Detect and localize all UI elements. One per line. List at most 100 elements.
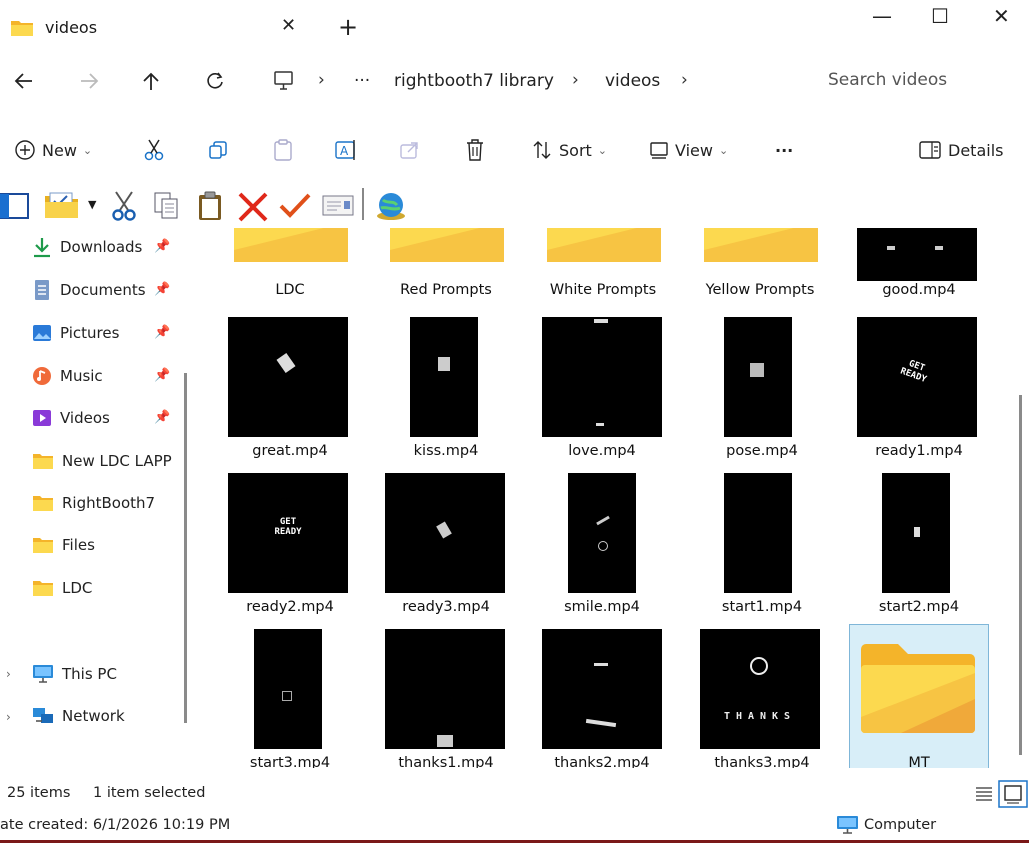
download-icon [32, 236, 52, 258]
breadcrumb-library[interactable]: rightbooth7 library [394, 70, 554, 92]
file-name: start2.mp4 [878, 599, 960, 615]
up-arrow-icon[interactable] [140, 70, 162, 92]
sidebar-item-rightbooth7[interactable]: RightBooth7 [32, 489, 155, 517]
maximize-button[interactable]: ☐ [931, 4, 949, 28]
back-arrow-icon[interactable] [12, 70, 36, 92]
video-item-thanks2[interactable]: thanks2.mp4 [524, 629, 680, 768]
forward-arrow-icon[interactable] [77, 70, 101, 92]
video-item-start1[interactable]: start1.mp4 [684, 473, 840, 629]
breadcrumb-more[interactable]: ··· [354, 70, 370, 92]
content-scrollbar[interactable] [1019, 395, 1022, 755]
video-item-ready3[interactable]: ready3.mp4 [368, 473, 524, 629]
globe-icon[interactable] [373, 190, 409, 222]
chevron-right-icon[interactable]: › [681, 70, 688, 90]
navigation-pane-icon[interactable] [0, 190, 32, 222]
video-thumbnail [228, 317, 348, 437]
video-item-kiss[interactable]: kiss.mp4 [368, 317, 524, 473]
details-pane-icon [918, 140, 942, 160]
sidebar-item-documents[interactable]: Documents [32, 276, 146, 304]
more-options-button[interactable]: ··· [775, 128, 793, 172]
pin-icon[interactable]: 📌 [154, 368, 170, 383]
check-folder-icon[interactable] [44, 190, 80, 220]
paste-icon[interactable] [196, 190, 224, 222]
folder-item-mt[interactable]: MT [841, 629, 997, 768]
pin-icon[interactable]: 📌 [154, 239, 170, 254]
pin-icon[interactable]: 📌 [154, 325, 170, 340]
video-item-thanks1[interactable]: thanks1.mp4 [368, 629, 524, 768]
this-pc-icon[interactable] [272, 70, 296, 92]
video-item-love[interactable]: love.mp4 [524, 317, 680, 473]
delete-icon[interactable] [464, 128, 486, 172]
rename-icon[interactable]: A [334, 128, 358, 172]
file-name: ready2.mp4 [246, 599, 334, 615]
view-button[interactable]: View ⌄ [649, 128, 728, 172]
sidebar-item-ldc[interactable]: LDC [32, 574, 92, 602]
sidebar-item-label: New LDC LAPP [62, 452, 172, 470]
close-tab-icon[interactable]: ✕ [281, 15, 296, 36]
sidebar-scrollbar[interactable] [184, 373, 187, 723]
large-icons-view-icon[interactable] [998, 780, 1028, 808]
sidebar-item-pictures[interactable]: Pictures [32, 319, 119, 347]
cut-icon[interactable] [143, 128, 165, 172]
plus-circle-icon [14, 139, 36, 161]
file-explorer-window: videos ✕ + — ☐ ✕ › ··· rightbooth7 libra… [0, 0, 1029, 843]
sidebar-item-downloads[interactable]: Downloads [32, 233, 142, 261]
file-name: thanks2.mp4 [554, 755, 650, 768]
video-item-ready1[interactable]: GET READY ready1.mp4 [841, 317, 997, 473]
video-item-start2[interactable]: start2.mp4 [841, 473, 997, 629]
minimize-button[interactable]: — [872, 4, 892, 28]
delete-x-icon[interactable] [236, 190, 270, 224]
file-name: good.mp4 [882, 282, 956, 298]
properties-icon[interactable] [322, 190, 354, 220]
sidebar-item-label: Documents [60, 281, 146, 299]
sidebar-item-files[interactable]: Files [32, 531, 95, 559]
video-item-thanks3[interactable]: THANKS thanks3.mp4 [684, 629, 840, 768]
tab-videos[interactable]: videos ✕ [0, 0, 318, 58]
file-name: White Prompts [549, 282, 657, 298]
pin-icon[interactable]: 📌 [154, 282, 170, 297]
new-tab-button[interactable]: + [338, 13, 358, 41]
video-overlay-text: GET READY [898, 358, 928, 386]
video-thumbnail [882, 473, 950, 593]
video-overlay-text: THANKS [723, 711, 797, 722]
documents-icon [32, 279, 52, 301]
video-item-smile[interactable]: smile.mp4 [524, 473, 680, 629]
sidebar-item-label: This PC [62, 665, 117, 683]
file-name: LDC [275, 282, 305, 298]
expand-chevron-icon[interactable]: › [6, 667, 11, 681]
new-button[interactable]: New ⌄ [14, 128, 92, 172]
file-name: ready3.mp4 [402, 599, 490, 615]
search-input[interactable]: Search videos [828, 70, 947, 90]
details-view-icon[interactable] [974, 783, 994, 803]
pin-icon[interactable]: 📌 [154, 410, 170, 425]
video-item-pose[interactable]: pose.mp4 [684, 317, 840, 473]
paste-icon[interactable] [272, 128, 294, 172]
details-button[interactable]: Details [918, 128, 1003, 172]
copy-icon[interactable] [152, 190, 180, 222]
breadcrumb-videos[interactable]: videos [605, 70, 660, 92]
cut-icon[interactable] [110, 190, 138, 222]
item-count: 25 items [7, 785, 71, 801]
refresh-icon[interactable] [204, 70, 226, 92]
share-icon[interactable] [399, 128, 421, 172]
video-thumbnail: GET READY [857, 317, 977, 437]
sidebar-item-new-ldc-lapp[interactable]: New LDC LAPP [32, 447, 172, 475]
file-name: thanks1.mp4 [398, 755, 494, 768]
sidebar-item-this-pc[interactable]: This PC [32, 660, 117, 688]
checkmark-icon[interactable] [278, 190, 312, 220]
sort-button[interactable]: Sort ⌄ [531, 128, 607, 172]
file-name: great.mp4 [252, 443, 328, 459]
video-item-ready2[interactable]: GET READY ready2.mp4 [212, 473, 368, 629]
dropdown-arrow-icon[interactable]: ▼ [88, 198, 96, 211]
video-item-start3[interactable]: start3.mp4 [212, 629, 368, 768]
copy-icon[interactable] [207, 128, 229, 172]
sort-label: Sort [559, 140, 592, 160]
details-bar: ate created: 6/1/2026 10:19 PM Computer [0, 812, 1029, 840]
sidebar-item-music[interactable]: Music [32, 362, 103, 390]
sidebar-item-network[interactable]: Network [32, 702, 125, 730]
sidebar-item-videos[interactable]: Videos [32, 404, 110, 432]
expand-chevron-icon[interactable]: › [6, 710, 11, 724]
video-item-great[interactable]: great.mp4 [212, 317, 368, 473]
close-button[interactable]: ✕ [993, 4, 1010, 28]
sidebar-item-label: Pictures [60, 324, 120, 342]
